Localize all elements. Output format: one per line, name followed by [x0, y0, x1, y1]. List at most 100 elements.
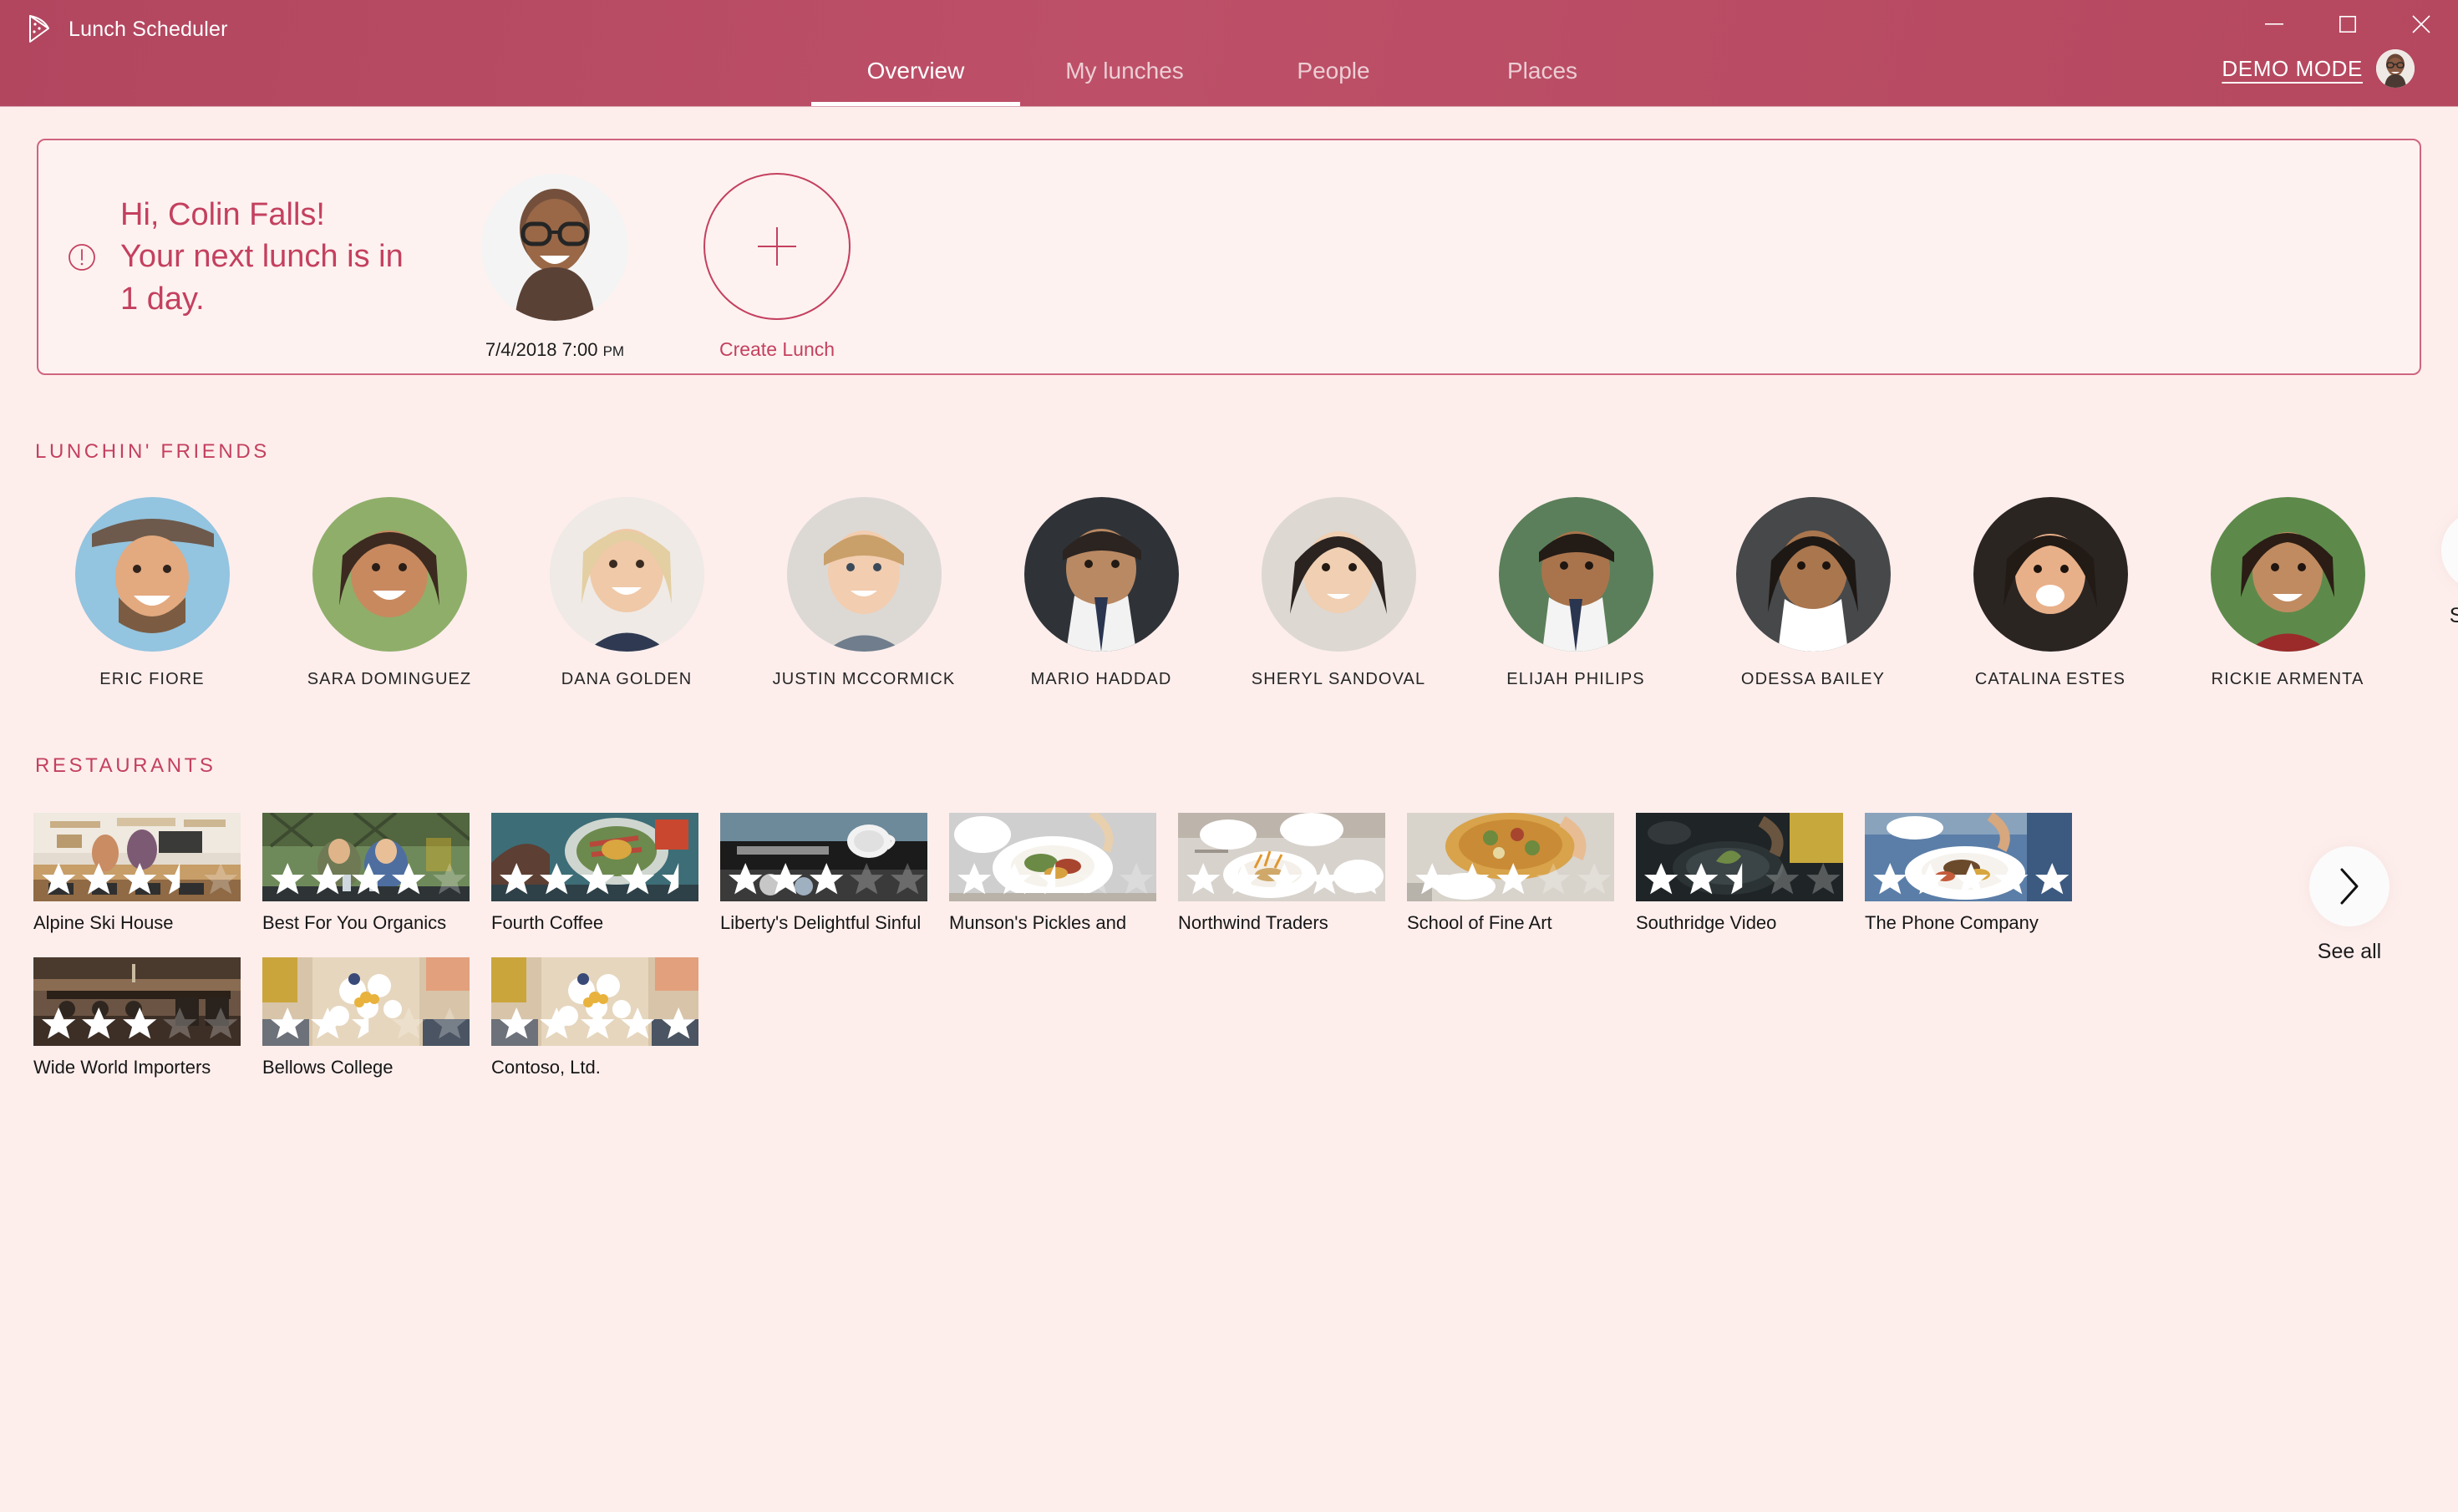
restaurant-card[interactable]: Contoso, Ltd. [491, 957, 720, 1078]
restaurants-see-all-button[interactable]: See all [2274, 846, 2425, 964]
avatar [1735, 497, 1891, 652]
main-tabs: Overview My lunches People Places [0, 26, 2458, 106]
create-lunch-block[interactable]: Create Lunch [693, 173, 861, 361]
tab-overview[interactable]: Overview [811, 58, 1020, 106]
avatar [2210, 497, 2365, 652]
restaurant-card[interactable]: Alpine Ski House [33, 813, 262, 934]
restaurant-thumbnail [491, 957, 698, 1046]
friends-see-all-label: See all [2449, 604, 2458, 627]
star-empty-icon [1079, 862, 1113, 894]
friend-item[interactable]: DANA GOLDEN [508, 497, 745, 689]
chevron-right-icon [2340, 868, 2359, 905]
star-half-icon [163, 862, 180, 894]
avatar[interactable] [2376, 49, 2415, 88]
tab-people[interactable]: People [1229, 58, 1438, 106]
restaurant-card[interactable]: School of Fine Art [1407, 813, 1636, 934]
star-icon [580, 1007, 615, 1038]
star-icon [729, 862, 763, 894]
star-icon [1496, 862, 1531, 894]
restaurant-card[interactable]: Munson's Pickles and [949, 813, 1178, 934]
restaurant-card[interactable]: The Phone Company [1865, 813, 2094, 934]
avatar [549, 497, 704, 652]
restaurant-card[interactable]: Bellows College [262, 957, 491, 1078]
restaurants-see-all-circle[interactable] [2309, 846, 2389, 926]
demo-mode-control[interactable]: DEMO MODE [2222, 49, 2415, 88]
tab-my-lunches[interactable]: My lunches [1020, 58, 1229, 106]
star-icon [271, 1007, 305, 1038]
next-lunch-date-text: 7/4/2018 7:00 [485, 338, 603, 360]
star-icon [1308, 862, 1342, 894]
restaurant-thumbnail [33, 813, 241, 901]
star-icon [1953, 862, 1988, 894]
star-empty-icon [850, 862, 884, 894]
rating-stars [496, 1004, 698, 1044]
minimize-icon [2265, 23, 2283, 25]
restaurant-name: Fourth Coffee [491, 912, 604, 933]
star-icon [1684, 862, 1719, 894]
restaurant-card[interactable]: Best For You Organics [262, 813, 491, 934]
friend-item[interactable]: ERIC FIORE [33, 497, 271, 689]
star-icon [122, 862, 157, 894]
plus-icon [758, 227, 796, 266]
friend-name: SARA DOMINGUEZ [307, 670, 472, 688]
star-icon [82, 862, 116, 894]
star-empty-icon [392, 1007, 426, 1038]
star-icon [82, 1007, 116, 1038]
tab-places-label: Places [1506, 58, 1578, 84]
restaurant-name: Best For You Organics [262, 912, 447, 933]
star-empty-icon [432, 1007, 466, 1038]
restaurant-card[interactable]: Fourth Coffee [491, 813, 720, 934]
star-half-icon [1724, 862, 1743, 894]
star-icon [1644, 862, 1678, 894]
friend-item[interactable]: CATALINA ESTES [1932, 497, 2169, 689]
next-lunch-block[interactable]: 7/4/2018 7:00 PM [471, 173, 638, 361]
star-empty-icon [1765, 862, 1800, 894]
next-lunch-avatar [481, 173, 628, 321]
star-icon [1226, 862, 1261, 894]
star-empty-icon [1536, 862, 1571, 894]
rating-stars [38, 860, 241, 900]
create-lunch-label: Create Lunch [719, 338, 835, 360]
restaurant-name: Southridge Video [1636, 912, 1777, 933]
friend-item[interactable]: SARA DOMINGUEZ [271, 497, 508, 689]
star-icon [621, 862, 655, 894]
restaurant-thumbnail [1407, 813, 1614, 901]
friend-item[interactable]: MARIO HADDAD [983, 497, 1220, 689]
friend-item[interactable]: JUSTIN MCCORMICK [745, 497, 983, 689]
friend-item[interactable]: ODESSA BAILEY [1694, 497, 1932, 689]
tab-people-label: People [1297, 58, 1370, 84]
restaurant-name: Wide World Importers [33, 1057, 211, 1078]
friend-item[interactable]: RICKIE ARMENTA [2169, 497, 2406, 689]
friend-item[interactable]: SHERYL SANDOVAL [1220, 497, 1457, 689]
star-icon [1913, 862, 1948, 894]
rating-stars [38, 1004, 241, 1044]
restaurant-thumbnail [262, 813, 470, 901]
star-icon [500, 1007, 534, 1038]
star-icon [1267, 862, 1302, 894]
restaurant-card[interactable]: Wide World Importers [33, 957, 262, 1078]
star-half-icon [661, 862, 678, 894]
restaurant-card[interactable]: Southridge Video [1636, 813, 1865, 934]
restaurant-thumbnail [1865, 813, 2072, 901]
star-icon [1873, 862, 1907, 894]
restaurants-section-title: RESTAURANTS [35, 754, 216, 777]
star-icon [998, 862, 1032, 894]
friends-see-all-circle[interactable] [2441, 510, 2458, 591]
greeting-line-3: 1 day. [120, 281, 205, 317]
star-half-icon [351, 1007, 369, 1038]
avatar [312, 497, 467, 652]
next-lunch-datetime: 7/4/2018 7:00 PM [485, 339, 624, 361]
friends-see-all-button[interactable]: See all [2406, 510, 2458, 628]
restaurant-card[interactable]: Northwind Traders [1178, 813, 1407, 934]
tab-overview-label: Overview [866, 58, 965, 84]
create-lunch-button[interactable] [703, 173, 851, 320]
star-icon [1415, 862, 1450, 894]
title-bar: Lunch Scheduler Overview My lunches Peop… [0, 0, 2458, 107]
restaurant-card[interactable]: Liberty's Delightful Sinful [720, 813, 949, 934]
tab-places[interactable]: Places [1438, 58, 1647, 106]
friend-item[interactable]: ELIJAH PHILIPS [1457, 497, 1694, 689]
star-icon [1348, 862, 1382, 894]
rating-stars [1183, 860, 1385, 900]
friend-name: SHERYL SANDOVAL [1251, 670, 1426, 688]
star-empty-icon [1577, 862, 1611, 894]
